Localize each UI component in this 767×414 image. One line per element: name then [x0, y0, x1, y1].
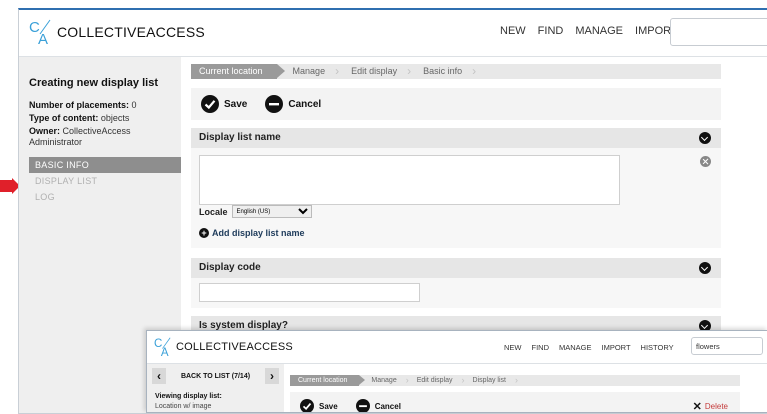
- display-list-name-area: Locale English (US) + Add display list n…: [191, 148, 721, 248]
- nav-history[interactable]: HISTORY: [641, 343, 674, 352]
- header-bar: C A COLLECTIVEACCESS NEW FIND MANAGE IMP…: [147, 331, 767, 364]
- cancel-button[interactable]: Cancel: [265, 95, 321, 113]
- minus-icon: [265, 95, 284, 113]
- sidebar: ‹ BACK TO LIST (7/14) › Viewing display …: [147, 364, 284, 412]
- top-nav: NEW FIND MANAGE IMPORT: [500, 25, 678, 37]
- add-display-list-name-button[interactable]: + Add display list name: [199, 228, 305, 238]
- nav-import[interactable]: IMPORT: [602, 343, 631, 352]
- display-list-name-header: Display list name: [191, 128, 721, 148]
- sidebar-item-display-list[interactable]: DISPLAY LIST: [29, 173, 181, 189]
- breadcrumb-edit-display[interactable]: Edit display ›: [409, 375, 465, 386]
- save-label: Save: [224, 98, 248, 110]
- locale-select[interactable]: English (US): [231, 205, 312, 218]
- nav-new[interactable]: NEW: [504, 343, 522, 352]
- svg-text:A: A: [161, 347, 169, 359]
- delete-button[interactable]: ✕ Delete: [692, 400, 728, 413]
- section-title: Display list name: [199, 132, 281, 143]
- logo[interactable]: C A COLLECTIVEACCESS: [29, 18, 205, 46]
- remove-icon[interactable]: [700, 156, 711, 167]
- ca-logo-icon: C A: [29, 18, 55, 46]
- breadcrumb-manage[interactable]: Manage ›: [359, 375, 408, 386]
- back-to-list-row: ‹ BACK TO LIST (7/14) ›: [152, 368, 279, 384]
- content-type-label: Type of content:: [29, 113, 99, 123]
- checkmark-icon: [201, 95, 219, 113]
- logo-text: COLLECTIVEACCESS: [176, 341, 293, 353]
- add-name-label: Add display list name: [212, 228, 305, 238]
- sidebar-meta: Number of placements: 0 Type of content:…: [29, 100, 179, 150]
- breadcrumb-basic-info[interactable]: Basic info ›: [411, 64, 476, 79]
- svg-text:A: A: [38, 31, 48, 46]
- search-value: flowers: [696, 342, 720, 351]
- locale-row: Locale English (US): [199, 205, 312, 218]
- logo[interactable]: C A COLLECTIVEACCESS: [154, 335, 293, 359]
- top-nav: NEW FIND MANAGE IMPORT HISTORY: [504, 343, 674, 352]
- breadcrumb-current-location[interactable]: Current location: [191, 64, 285, 79]
- sidebar-item-log[interactable]: LOG: [29, 189, 181, 205]
- owner-label: Owner:: [29, 126, 61, 136]
- search-input[interactable]: [670, 18, 767, 46]
- display-code-field[interactable]: [199, 283, 420, 302]
- nav-find[interactable]: FIND: [538, 25, 564, 37]
- sidebar-title: Viewing display list:: [155, 393, 222, 400]
- ca-logo-icon: C A: [154, 335, 174, 359]
- section-title: Display code: [199, 262, 261, 273]
- placements-label: Number of placements:: [29, 100, 130, 110]
- plus-icon: +: [199, 228, 209, 238]
- delete-label: Delete: [704, 402, 728, 411]
- next-arrow-icon[interactable]: ›: [264, 368, 279, 384]
- chevron-down-icon[interactable]: [699, 132, 711, 144]
- back-to-list-button[interactable]: BACK TO LIST (7/14): [181, 373, 250, 380]
- nav-manage[interactable]: MANAGE: [559, 343, 592, 352]
- form-toolbar: Save Cancel: [191, 88, 721, 120]
- nav-find[interactable]: FIND: [532, 343, 550, 352]
- close-icon: ✕: [692, 401, 702, 413]
- chevron-down-icon[interactable]: [699, 262, 711, 274]
- form-toolbar: Save Cancel ✕ Delete: [290, 392, 740, 413]
- cancel-label: Cancel: [288, 98, 322, 110]
- breadcrumb-display-list[interactable]: Display list ›: [465, 375, 518, 386]
- main-content: Current location Manage › Edit display › D…: [290, 364, 767, 412]
- locale-label: Locale: [199, 206, 228, 217]
- nav-manage[interactable]: MANAGE: [575, 25, 623, 37]
- sidebar-subtitle: Location w/ image: [155, 403, 212, 410]
- breadcrumb-current-location[interactable]: Current location: [290, 375, 366, 386]
- sidebar-item-basic-info[interactable]: BASIC INFO: [29, 157, 181, 173]
- cancel-label: Cancel: [374, 401, 401, 411]
- breadcrumb-manage[interactable]: Manage ›: [277, 64, 340, 79]
- header-bar: C A COLLECTIVEACCESS NEW FIND MANAGE IMP…: [19, 10, 767, 57]
- breadcrumb: Current location Manage › Edit display › D…: [290, 375, 740, 386]
- sidebar-nav: BASIC INFO DISPLAY LIST LOG: [29, 157, 181, 205]
- save-button[interactable]: Save: [201, 95, 247, 113]
- save-label: Save: [319, 401, 338, 411]
- sidebar-title: Creating new display list: [29, 77, 158, 89]
- display-list-name-field[interactable]: [199, 155, 620, 205]
- annotation-arrow-icon: [0, 178, 20, 194]
- previous-arrow-icon[interactable]: ‹: [152, 368, 166, 384]
- display-code-header: Display code: [191, 258, 721, 278]
- nav-new[interactable]: NEW: [500, 25, 526, 37]
- logo-text: COLLECTIVEACCESS: [57, 24, 205, 40]
- content-type-value: objects: [100, 113, 130, 123]
- placements-value: 0: [131, 100, 137, 110]
- display-code-area: [191, 278, 721, 308]
- search-input[interactable]: flowers: [691, 337, 763, 355]
- breadcrumb: Current location Manage › Edit display › B…: [191, 64, 721, 79]
- second-screenshot: C A COLLECTIVEACCESS NEW FIND MANAGE IMP…: [146, 330, 767, 413]
- breadcrumb-edit-display[interactable]: Edit display ›: [339, 64, 411, 79]
